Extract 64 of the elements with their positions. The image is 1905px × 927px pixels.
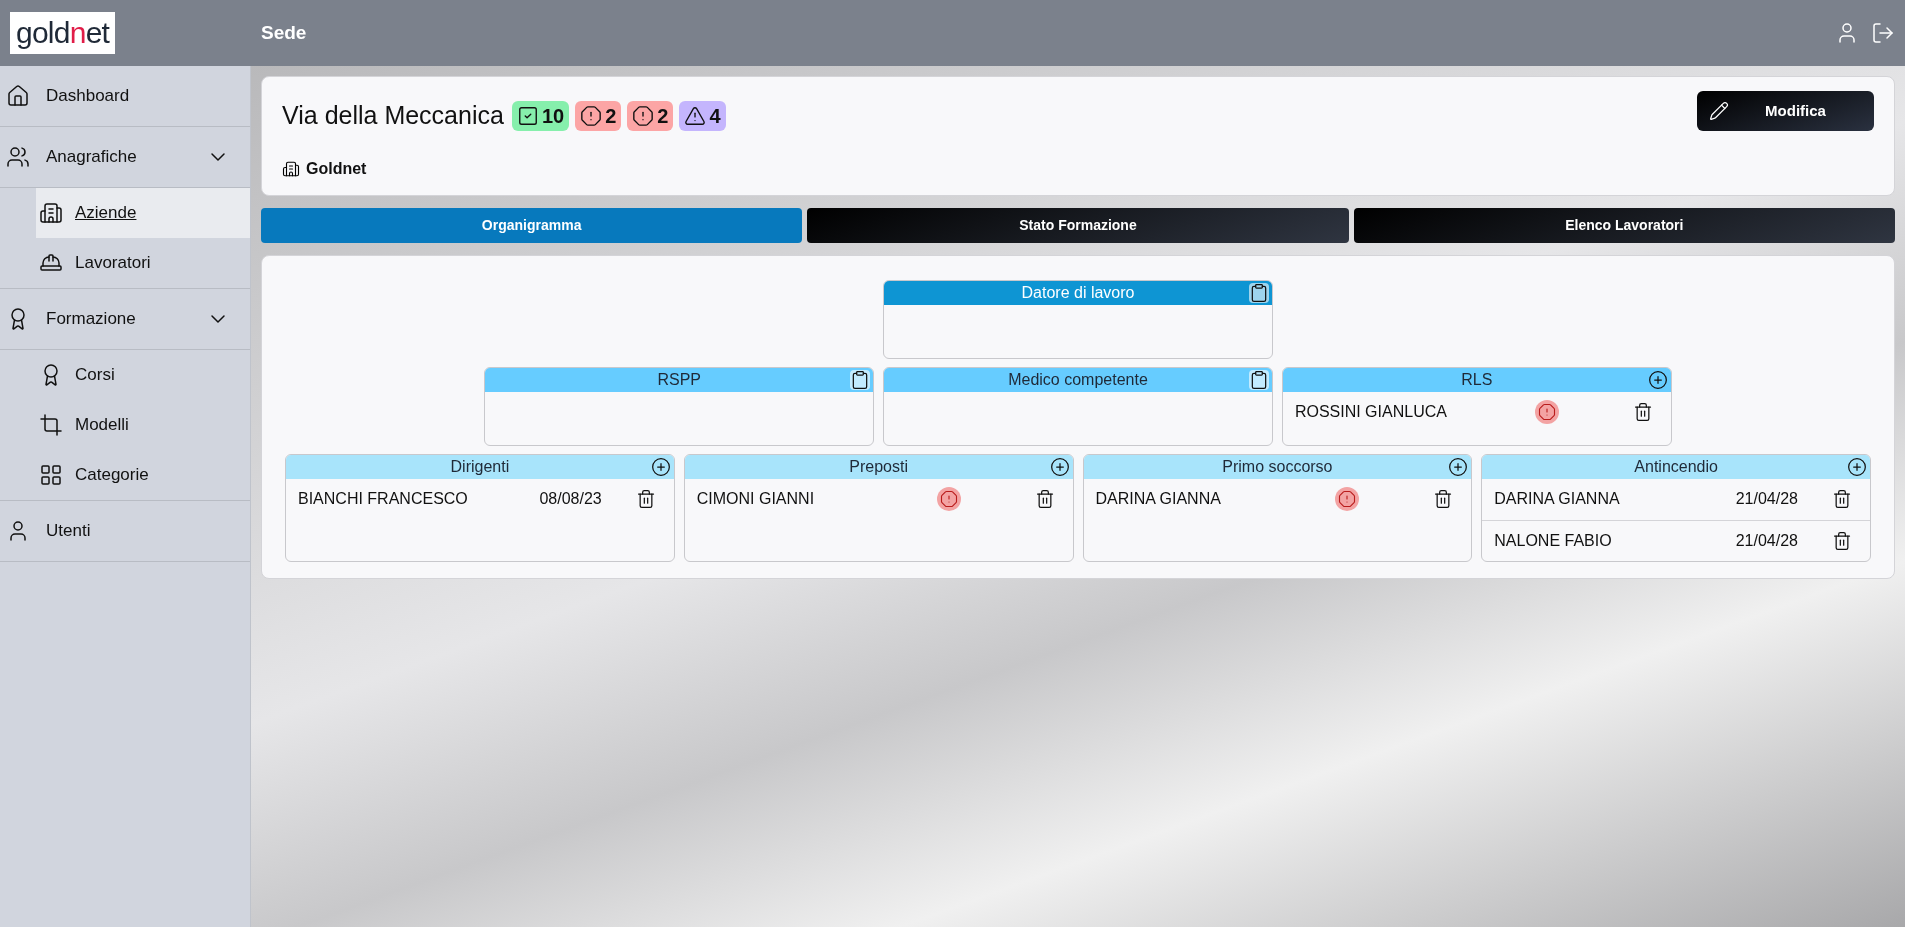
logo[interactable]: goldnet: [10, 12, 116, 54]
clipboard-icon[interactable]: [850, 369, 871, 390]
building-icon: [282, 159, 300, 178]
sidebar-item[interactable]: Utenti: [0, 501, 250, 561]
clipboard-icon[interactable]: [1248, 282, 1269, 303]
page-title: Sede: [261, 20, 307, 45]
tab[interactable]: Elenco Lavoratori: [1353, 207, 1895, 243]
count-badge: 4: [679, 100, 726, 131]
role-header: Preposti: [684, 454, 1073, 479]
delete-icon[interactable]: [1034, 489, 1055, 509]
member-name: BIANCHI FRANCESCO: [298, 489, 468, 509]
logout-icon[interactable]: [1871, 21, 1895, 45]
warning-icon: [684, 104, 707, 127]
tab[interactable]: Stato Formazione: [807, 207, 1349, 243]
expiry-date: 21/04/28: [1735, 489, 1798, 509]
delete-icon[interactable]: [1832, 530, 1852, 551]
grid-icon: [39, 463, 63, 487]
building-icon: [39, 201, 63, 225]
sidebar-item[interactable]: Formazione: [0, 289, 250, 349]
delete-icon[interactable]: [1433, 489, 1454, 509]
tab[interactable]: Organigramma: [261, 207, 803, 243]
role-header: Medico competente: [884, 367, 1272, 392]
role-header: Primo soccorso: [1083, 454, 1472, 479]
role-header: Antincendio: [1482, 454, 1870, 479]
alert-icon: [632, 104, 655, 127]
home-icon: [6, 84, 30, 108]
sidebar-item[interactable]: Aziende: [36, 188, 250, 238]
add-icon[interactable]: [1847, 456, 1867, 477]
role-header: RSPP: [485, 367, 874, 392]
clipboard-icon[interactable]: [1248, 369, 1269, 390]
sidebar-item[interactable]: Categorie: [36, 450, 250, 500]
alert-icon: [580, 104, 603, 127]
crop-icon: [39, 413, 63, 437]
member-name: NALONE FABIO: [1494, 530, 1612, 551]
edit-button[interactable]: Modifica: [1697, 91, 1874, 131]
delete-icon[interactable]: [1632, 402, 1653, 422]
company-name: Goldnet: [306, 158, 367, 179]
add-icon[interactable]: [650, 456, 671, 477]
add-icon[interactable]: [1647, 369, 1668, 390]
add-icon[interactable]: [1049, 456, 1070, 477]
member-name: DARINA GIANNA: [1095, 489, 1221, 509]
site-title: Via della Meccanica: [282, 100, 504, 131]
role-header: Datore di lavoro: [884, 280, 1272, 305]
delete-icon[interactable]: [635, 489, 656, 509]
count-badge: 10: [511, 100, 570, 131]
sidebar-item[interactable]: Dashboard: [0, 66, 250, 126]
member-name: CIMONI GIANNI: [696, 489, 815, 509]
sidebar-item[interactable]: Lavoratori: [36, 238, 250, 288]
role-header: RLS: [1282, 367, 1671, 392]
role-header: Dirigenti: [286, 454, 674, 479]
member-name: DARINA GIANNA: [1494, 489, 1620, 509]
checkbox-icon: [516, 104, 539, 127]
add-icon[interactable]: [1448, 456, 1469, 477]
count-badge: 2: [575, 100, 622, 131]
pencil-icon: [1709, 101, 1729, 121]
expiry-date: 21/04/28: [1735, 530, 1798, 551]
member-name: ROSSINI GIANLUCA: [1294, 402, 1447, 422]
count-badge: 2: [627, 100, 674, 131]
sidebar-item[interactable]: Corsi: [36, 350, 250, 400]
sidebar-item[interactable]: Modelli: [36, 400, 250, 450]
expiry-date: 08/08/23: [539, 489, 602, 509]
sidebar-item[interactable]: Anagrafiche: [0, 127, 250, 187]
users-icon: [6, 145, 30, 169]
delete-icon[interactable]: [1832, 489, 1852, 509]
